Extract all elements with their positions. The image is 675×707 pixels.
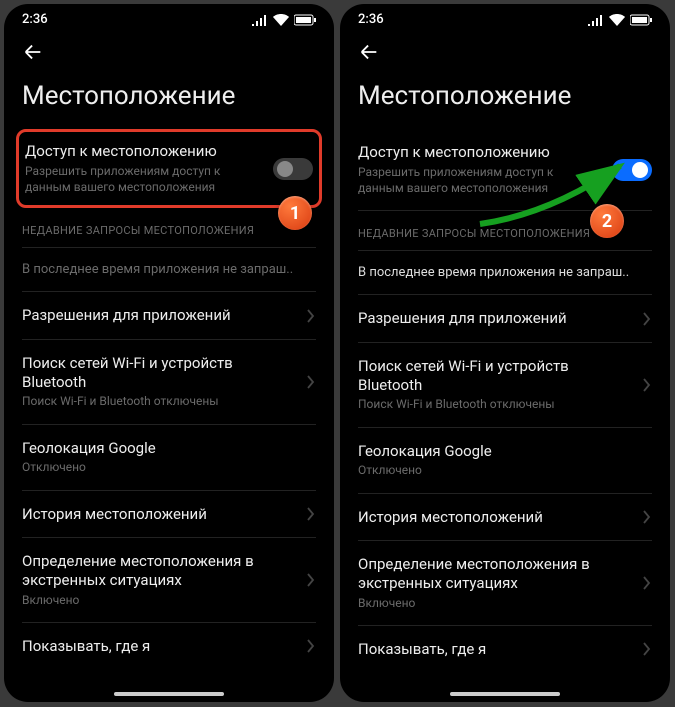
status-time: 2:36 <box>358 12 384 27</box>
google-geo-title: Геолокация Google <box>22 439 316 458</box>
app-permissions-row[interactable]: Разрешения для приложений <box>358 295 652 343</box>
recent-requests-text: В последнее время приложения не запраш.. <box>22 248 316 292</box>
chevron-right-icon <box>642 510 652 524</box>
phone-left: 2:36 Местоположение Доступ к местоположе… <box>4 4 334 702</box>
app-permissions-row[interactable]: Разрешения для приложений <box>22 292 316 340</box>
location-access-row[interactable]: Доступ к местоположению Разрешить прилож… <box>358 129 652 211</box>
location-access-title: Доступ к местоположению <box>25 142 263 161</box>
location-access-row[interactable]: Доступ к местоположению Разрешить прилож… <box>25 142 313 195</box>
back-row <box>4 31 334 73</box>
emergency-row[interactable]: Определение местоположения в экстренных … <box>358 541 652 626</box>
chevron-right-icon <box>306 573 316 587</box>
wifi-bt-title: Поиск сетей Wi-Fi и устройств Bluetooth <box>358 357 632 395</box>
emergency-sub: Включено <box>22 592 296 608</box>
home-indicator[interactable] <box>114 692 224 696</box>
location-access-title: Доступ к местоположению <box>358 143 602 162</box>
chevron-right-icon <box>642 378 652 392</box>
page-title: Местоположение <box>340 73 670 129</box>
show-where-row[interactable]: Показывать, где я <box>22 623 316 670</box>
section-header: НЕДАВНИЕ ЗАПРОСЫ МЕСТОПОЛОЖЕНИЯ <box>22 208 316 248</box>
google-geo-row[interactable]: Геолокация Google Отключено <box>358 428 652 494</box>
wifi-bt-scan-row[interactable]: Поиск сетей Wi-Fi и устройств Bluetooth … <box>358 343 652 428</box>
history-row[interactable]: История местоположений <box>358 494 652 542</box>
location-access-sub: Разрешить приложениям доступ к данным ва… <box>358 164 602 196</box>
battery-icon <box>630 14 652 26</box>
status-icons <box>588 14 652 26</box>
google-geo-sub: Отключено <box>358 462 652 478</box>
show-where-title: Показывать, где я <box>358 640 632 659</box>
back-icon[interactable] <box>22 41 44 63</box>
wifi-bt-sub: Поиск Wi-Fi и Bluetooth отключены <box>22 393 296 409</box>
show-where-row[interactable]: Показывать, где я <box>358 626 652 673</box>
wifi-bt-title: Поиск сетей Wi-Fi и устройств Bluetooth <box>22 354 296 392</box>
history-title: История местоположений <box>22 505 296 524</box>
emergency-row[interactable]: Определение местоположения в экстренных … <box>22 538 316 623</box>
chevron-right-icon <box>306 639 316 653</box>
history-row[interactable]: История местоположений <box>22 491 316 539</box>
phone-right: 2:36 Местоположение Доступ к местоположе… <box>340 4 670 702</box>
recent-requests-text: В последнее время приложения не запраш.. <box>358 251 652 295</box>
step-badge-1: 1 <box>278 196 312 230</box>
status-bar: 2:36 <box>340 4 670 31</box>
location-toggle-on[interactable] <box>612 159 652 181</box>
chevron-right-icon <box>642 576 652 590</box>
app-permissions-title: Разрешения для приложений <box>358 309 632 328</box>
history-title: История местоположений <box>358 508 632 527</box>
battery-icon <box>294 14 316 26</box>
wifi-icon <box>609 14 625 26</box>
emergency-title: Определение местоположения в экстренных … <box>358 555 632 593</box>
location-access-sub: Разрешить приложениям доступ к данным ва… <box>25 163 263 195</box>
emergency-title: Определение местоположения в экстренных … <box>22 552 296 590</box>
step-badge-2: 2 <box>590 204 624 238</box>
chevron-right-icon <box>642 312 652 326</box>
app-permissions-title: Разрешения для приложений <box>22 306 296 325</box>
emergency-sub: Включено <box>358 595 632 611</box>
chevron-right-icon <box>306 309 316 323</box>
chevron-right-icon <box>642 642 652 656</box>
signal-icon <box>588 14 604 26</box>
home-indicator[interactable] <box>450 692 560 696</box>
highlight-box: Доступ к местоположению Разрешить прилож… <box>16 129 322 208</box>
back-icon[interactable] <box>358 41 380 63</box>
wifi-icon <box>273 14 289 26</box>
show-where-title: Показывать, где я <box>22 637 296 656</box>
status-icons <box>252 14 316 26</box>
status-time: 2:36 <box>22 12 48 27</box>
chevron-right-icon <box>306 507 316 521</box>
location-toggle-off[interactable] <box>273 158 313 180</box>
wifi-bt-scan-row[interactable]: Поиск сетей Wi-Fi и устройств Bluetooth … <box>22 340 316 425</box>
chevron-right-icon <box>306 375 316 389</box>
google-geo-title: Геолокация Google <box>358 442 652 461</box>
google-geo-row[interactable]: Геолокация Google Отключено <box>22 425 316 491</box>
google-geo-sub: Отключено <box>22 459 316 475</box>
back-row <box>340 31 670 73</box>
page-title: Местоположение <box>4 73 334 129</box>
status-bar: 2:36 <box>4 4 334 31</box>
signal-icon <box>252 14 268 26</box>
wifi-bt-sub: Поиск Wi-Fi и Bluetooth отключены <box>358 396 632 412</box>
